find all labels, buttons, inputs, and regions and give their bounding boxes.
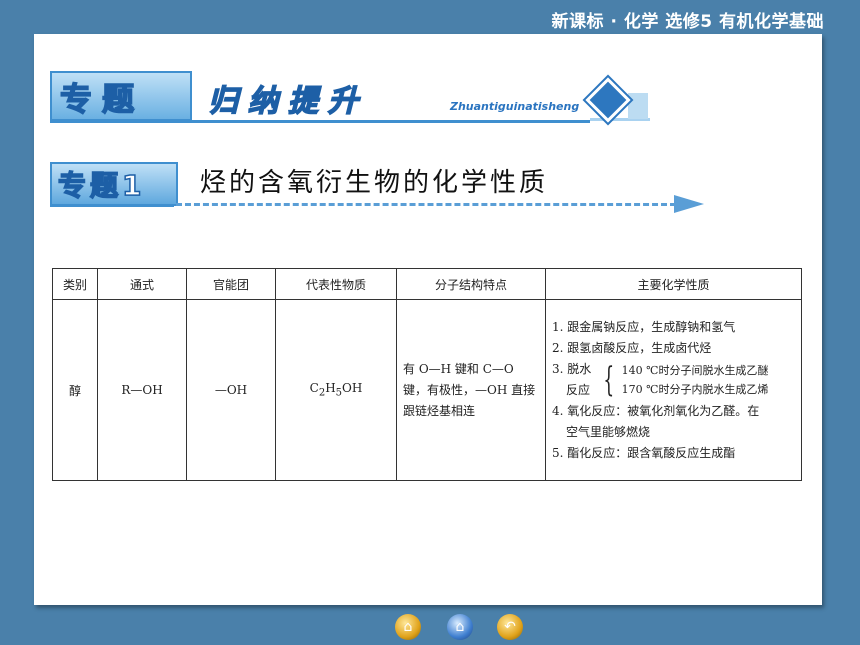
home-icon: ⌂ [403,619,413,635]
prop-3-group: 3. 脱水 反应 { 140 ℃时分子间脱水生成乙醚 170 ℃时分子内脱水生成… [552,359,795,401]
rep-oh: OH [342,381,363,396]
topic-title: 烃的含氧衍生物的化学性质 [200,168,549,198]
house-icon: ⌂ [455,619,465,635]
topic-badge-text: 专题1 [57,168,146,203]
back-icon: ↶ [504,619,516,635]
diamond-bar [628,93,648,119]
dashed-line [176,203,676,206]
banner-guina-text: 归纳提升 [207,83,368,120]
th-category: 类别 [52,268,98,300]
prop-5: 5. 酯化反应：跟含氧酸反应生成酯 [552,445,736,460]
banner-pinyin: Zhuantiguinatisheng [450,100,580,113]
prop-4: 4. 氧化反应：被氧化剂氧化为乙醛。在 [552,403,760,418]
nav-menu-button[interactable]: ⌂ [447,614,473,640]
cell-structure: 有 O—H 键和 C—O 键，有极性，—OH 直接跟链烃基相连 [396,299,546,481]
cell-formula: R—OH [97,299,187,481]
cell-group: —OH [186,299,276,481]
rep-c: C [309,381,319,396]
th-structure: 分子结构特点 [396,268,546,300]
th-group: 官能团 [186,268,276,300]
nav-back-button[interactable]: ↶ [497,614,523,640]
prop-3-label: 3. 脱水 反应 [552,359,596,401]
banner-underline [50,120,590,123]
topic-underline [50,204,174,207]
prop-2: 2. 跟氢卤酸反应，生成卤代烃 [552,340,712,355]
prop-4-cont: 空气里能够燃烧 [566,424,651,439]
prop-1: 1. 跟金属钠反应，生成醇钠和氢气 [552,319,736,334]
th-formula: 通式 [97,268,187,300]
prop-3-options: 140 ℃时分子间脱水生成乙醚 170 ℃时分子内脱水生成乙烯 [622,361,769,399]
brace-icon: { [603,359,615,400]
prop-3-label-a: 3. 脱水 [552,361,592,376]
table-row: 醇 R—OH —OH C2H5OH 有 O—H 键和 C—O 键，有极性，—OH… [52,299,802,481]
th-properties: 主要化学性质 [545,268,802,300]
table-header-row: 类别 通式 官能团 代表性物质 分子结构特点 主要化学性质 [52,268,802,300]
prop-3-option-1: 140 ℃时分子间脱水生成乙醚 [621,363,769,377]
prop-3-option-2: 170 ℃时分子内脱水生成乙烯 [621,382,769,396]
arrow-icon [674,195,704,213]
rep-h: H [325,381,336,396]
banner-zhuanti-text: 专题 [59,79,145,119]
cell-category: 醇 [52,299,98,481]
cell-properties: 1. 跟金属钠反应，生成醇钠和氢气 2. 跟氢卤酸反应，生成卤代烃 3. 脱水 … [545,299,802,481]
properties-table: 类别 通式 官能团 代表性物质 分子结构特点 主要化学性质 醇 R—OH —OH… [52,268,802,481]
cell-representative: C2H5OH [275,299,397,481]
th-representative: 代表性物质 [275,268,397,300]
course-title: 新课标 · 化学 选修5 有机化学基础 [551,12,824,32]
prop-3-label-b: 反应 [566,382,591,397]
nav-home-button[interactable]: ⌂ [395,614,421,640]
